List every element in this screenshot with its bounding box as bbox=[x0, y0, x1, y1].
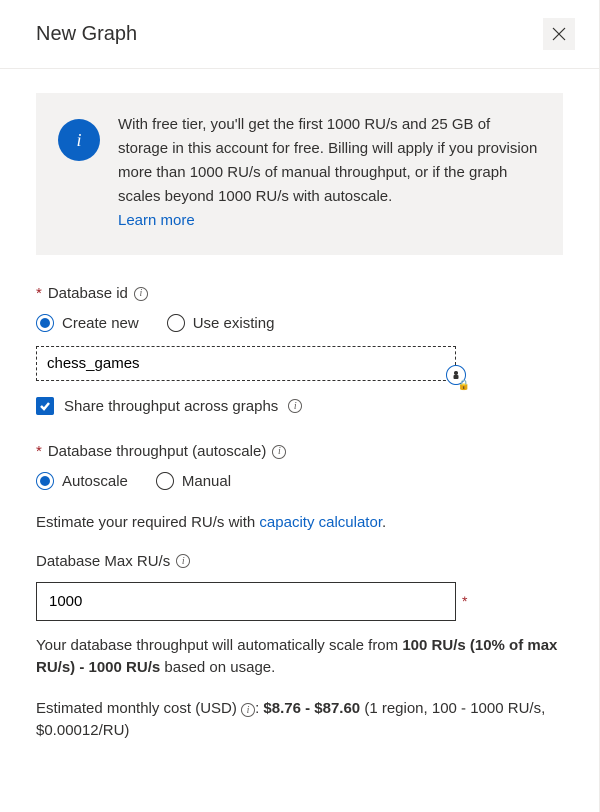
capacity-calculator-link[interactable]: capacity calculator bbox=[259, 514, 382, 531]
max-ru-label: Database Max RU/s i bbox=[36, 553, 563, 570]
radio-icon bbox=[36, 314, 54, 332]
radio-manual-label: Manual bbox=[182, 473, 231, 490]
lock-icon: 🔒 bbox=[458, 380, 470, 391]
cost-line: Estimated monthly cost (USD) i: $8.76 - … bbox=[36, 698, 563, 743]
radio-icon bbox=[156, 472, 174, 490]
cost-range: $8.76 - $87.60 bbox=[263, 700, 360, 717]
help-icon[interactable]: i bbox=[272, 445, 286, 459]
infobox-text: With free tier, you'll get the first 100… bbox=[118, 113, 541, 233]
database-id-section: * Database id i Create new Use existing bbox=[36, 285, 563, 415]
max-ru-label-text: Database Max RU/s bbox=[36, 553, 170, 570]
radio-autoscale-label: Autoscale bbox=[62, 473, 128, 490]
new-graph-panel: New Graph i With free tier, you'll get t… bbox=[0, 0, 600, 812]
share-throughput-label: Share throughput across graphs bbox=[64, 398, 278, 415]
database-id-label-text: Database id bbox=[48, 285, 128, 302]
throughput-mode-label-text: Database throughput (autoscale) bbox=[48, 443, 266, 460]
required-asterisk: * bbox=[36, 443, 42, 460]
max-ru-row: * bbox=[36, 582, 563, 621]
check-icon bbox=[39, 400, 51, 412]
help-icon[interactable]: i bbox=[176, 554, 190, 568]
info-icon: i bbox=[58, 119, 100, 161]
panel-header: New Graph bbox=[0, 0, 599, 69]
database-id-input-wrap: 🔒 bbox=[36, 346, 456, 381]
help-icon[interactable]: i bbox=[241, 703, 255, 717]
max-ru-input[interactable] bbox=[36, 582, 456, 621]
scale-note-post: based on usage. bbox=[160, 659, 275, 676]
radio-icon bbox=[36, 472, 54, 490]
close-icon bbox=[551, 26, 567, 42]
throughput-mode-label: * Database throughput (autoscale) i bbox=[36, 443, 563, 460]
required-asterisk: * bbox=[36, 285, 42, 302]
panel-body: i With free tier, you'll get the first 1… bbox=[0, 69, 599, 797]
help-icon[interactable]: i bbox=[134, 287, 148, 301]
free-tier-infobox: i With free tier, you'll get the first 1… bbox=[36, 93, 563, 255]
radio-use-existing[interactable]: Use existing bbox=[167, 314, 275, 332]
estimate-prefix: Estimate your required RU/s with bbox=[36, 514, 259, 531]
scale-note: Your database throughput will automatica… bbox=[36, 635, 563, 680]
database-id-label: * Database id i bbox=[36, 285, 563, 302]
radio-autoscale[interactable]: Autoscale bbox=[36, 472, 128, 490]
estimate-suffix: . bbox=[382, 514, 386, 531]
radio-create-new-label: Create new bbox=[62, 315, 139, 332]
throughput-mode-radio-group: Autoscale Manual bbox=[36, 472, 563, 490]
database-id-radio-group: Create new Use existing bbox=[36, 314, 563, 332]
required-asterisk: * bbox=[462, 593, 467, 609]
scale-note-pre: Your database throughput will automatica… bbox=[36, 637, 402, 654]
radio-manual[interactable]: Manual bbox=[156, 472, 231, 490]
learn-more-link[interactable]: Learn more bbox=[118, 212, 195, 229]
share-throughput-row: Share throughput across graphs i bbox=[36, 397, 563, 415]
help-icon[interactable]: i bbox=[288, 399, 302, 413]
estimate-line: Estimate your required RU/s with capacit… bbox=[36, 512, 563, 535]
throughput-mode-section: * Database throughput (autoscale) i Auto… bbox=[36, 443, 563, 490]
infobox-message: With free tier, you'll get the first 100… bbox=[118, 116, 537, 205]
panel-title: New Graph bbox=[36, 23, 137, 46]
database-id-input[interactable] bbox=[36, 346, 456, 381]
cost-label: Estimated monthly cost (USD) bbox=[36, 700, 237, 717]
radio-use-existing-label: Use existing bbox=[193, 315, 275, 332]
radio-icon bbox=[167, 314, 185, 332]
close-button[interactable] bbox=[543, 18, 575, 50]
radio-create-new[interactable]: Create new bbox=[36, 314, 139, 332]
share-throughput-checkbox[interactable] bbox=[36, 397, 54, 415]
